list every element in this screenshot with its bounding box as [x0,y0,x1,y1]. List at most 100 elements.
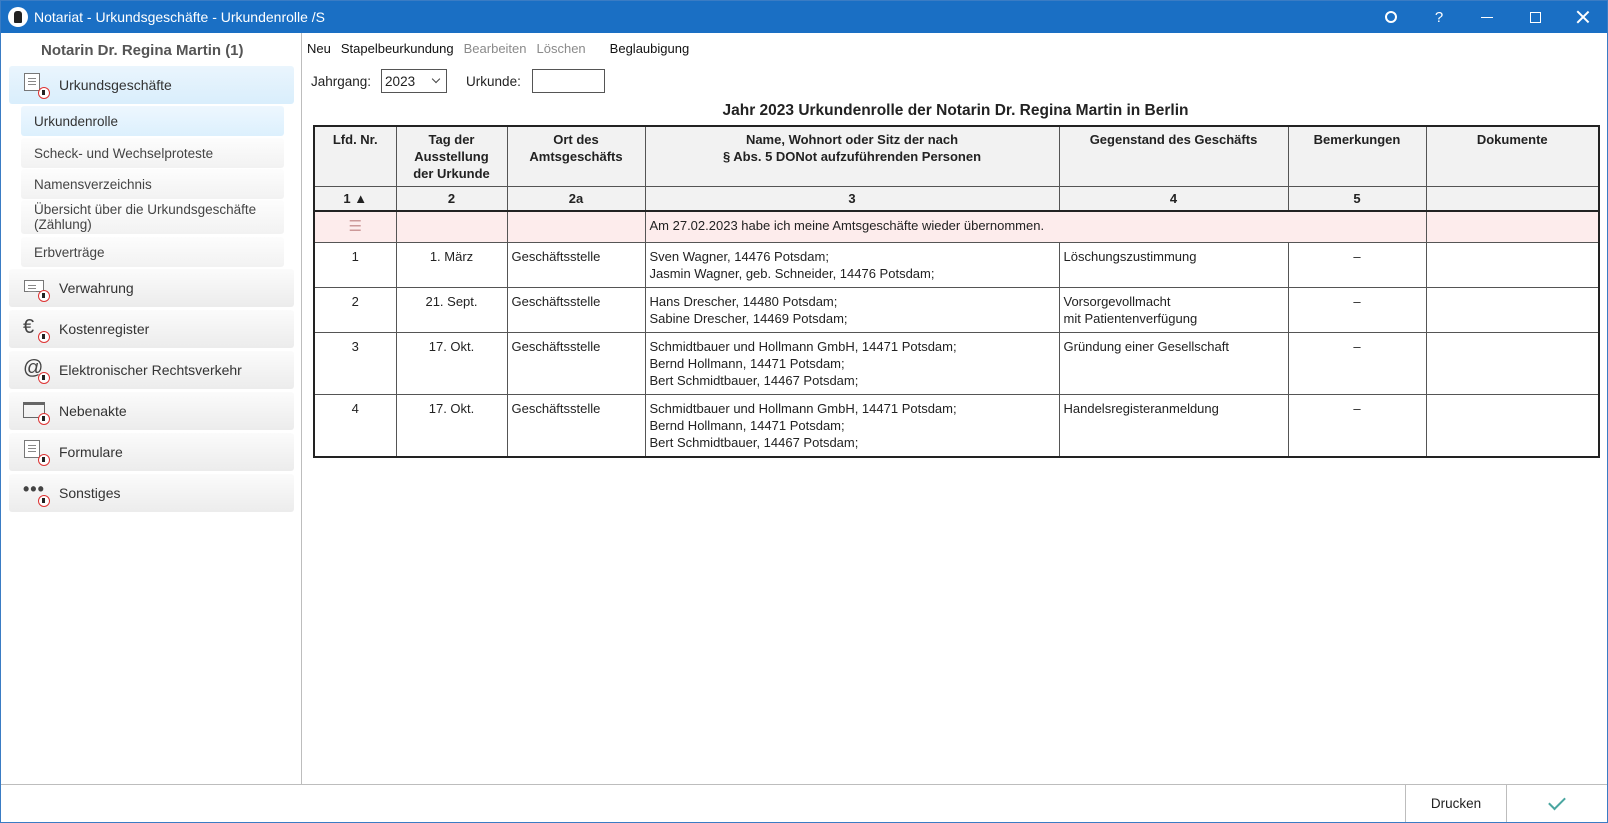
cash-register-icon [21,274,51,302]
person-line: Sabine Drescher, 14469 Potsdam; [649,310,848,326]
header-line: Amtsgeschäfts [529,149,623,164]
chevron-down-icon [431,74,441,84]
year-label: Jahrgang: [311,73,372,89]
col-number-sort[interactable]: 1 ▲ [313,186,397,212]
menu-edit[interactable]: Bearbeiten [464,41,527,56]
subject-line: mit Patientenverfügung [1063,310,1198,326]
minimize-button[interactable] [1463,1,1511,33]
maximize-icon [1529,11,1541,23]
subject-line: Vorsorgevollmacht [1063,293,1171,309]
cell-date: 1. März [395,241,508,288]
menu-certify[interactable]: Beglaubigung [610,41,690,56]
nav-formulare[interactable]: Formulare [9,433,294,471]
ok-button[interactable] [1506,785,1607,822]
sub-item-proteste[interactable]: Scheck- und Wechselproteste [21,138,284,168]
cell-subject: Gründung einer Gesellschaft [1058,331,1289,395]
cell-nr: 2 [313,286,397,333]
berlin-bear-icon [8,7,28,27]
at-icon: @ [21,356,51,384]
cell-remarks: – [1287,393,1427,457]
help-icon: ? [1434,8,1444,26]
col-number: 2a [506,186,646,212]
cell-date: 17. Okt. [395,331,508,395]
nav-label: Urkundsgeschäfte [59,77,172,93]
cell-documents [1425,286,1600,333]
nav-sonstiges[interactable]: ••• Sonstiges [9,474,294,512]
col-header-nr[interactable]: Lfd. Nr. [313,125,397,187]
col-number: 3 [644,186,1060,212]
table-row[interactable]: 1 1. März Geschäftsstelle Sven Wagner, 1… [313,241,1600,288]
cell-place: Geschäftsstelle [506,393,646,457]
cell-subject: Vorsorgevollmacht mit Patientenverfügung [1058,286,1289,333]
sub-item-label: Urkundenrolle [34,113,119,129]
cell-persons: Schmidtbauer und Hollmann GmbH, 14471 Po… [644,331,1060,395]
close-icon [1576,10,1590,24]
sub-item-urkundenrolle[interactable]: Urkundenrolle [21,106,284,136]
folder-icon [21,397,51,425]
col-number [1425,186,1600,212]
cell-nr: 3 [313,331,397,395]
nav-kostenregister[interactable]: € Kostenregister [9,310,294,348]
filter-row: Jahrgang: 2023 Urkunde: [311,69,605,93]
col-header-documents[interactable]: Dokumente [1425,125,1600,187]
cell-nr: 4 [313,393,397,457]
person-line: Bert Schmidtbauer, 14467 Potsdam; [649,372,859,388]
sub-item-uebersicht[interactable]: Übersicht über die Urkundsgeschäfte (Zäh… [21,200,284,234]
col-header-place[interactable]: Ort des Amtsgeschäfts [506,125,646,187]
window-title: Notariat - Urkundsgeschäfte - Urkundenro… [34,9,326,25]
col-number: 4 [1058,186,1289,212]
sub-item-label: Scheck- und Wechselproteste [34,145,214,161]
table-row[interactable]: 3 17. Okt. Geschäftsstelle Schmidtbauer … [313,331,1600,395]
maximize-button[interactable] [1511,1,1559,33]
sub-item-namensverzeichnis[interactable]: Namensverzeichnis [21,169,284,199]
menu-new[interactable]: Neu [307,41,331,56]
form-icon [21,438,51,466]
sidebar: Notarin Dr. Regina Martin (1) Urkundsges… [1,33,302,786]
nav-label: Kostenregister [59,321,150,337]
menu-batch[interactable]: Stapelbeurkundung [341,41,454,56]
close-button[interactable] [1559,1,1607,33]
person-line: Schmidtbauer und Hollmann GmbH, 14471 Po… [649,338,957,354]
nav-elektronischer-rechtsverkehr[interactable]: @ Elektronischer Rechtsverkehr [9,351,294,389]
bottom-bar: Drucken [1,784,1607,822]
col-header-date[interactable]: Tag der Ausstellung der Urkunde [395,125,508,187]
cell-place: Geschäftsstelle [506,331,646,395]
cell-place: Geschäftsstelle [506,241,646,288]
subject-line: Löschungszustimmung [1063,248,1197,264]
gear-icon [1385,11,1397,23]
header-row: Lfd. Nr. Tag der Ausstellung der Urkunde… [313,125,1600,187]
sub-item-label: Übersicht über die Urkundsgeschäfte (Zäh… [34,202,257,232]
cell-place: Geschäftsstelle [506,286,646,333]
col-header-persons[interactable]: Name, Wohnort oder Sitz der nach § Abs. … [644,125,1060,187]
cell-persons: Sven Wagner, 14476 Potsdam; Jasmin Wagne… [644,241,1060,288]
notary-name: Notarin Dr. Regina Martin (1) [41,42,244,59]
window-controls: ? [1367,1,1607,33]
note-row[interactable]: ☰ Am 27.02.2023 habe ich meine Amtsgesch… [313,210,1600,243]
drag-handle-icon[interactable]: ☰ [319,218,392,235]
sub-item-erbvertraege[interactable]: Erbverträge [21,237,284,267]
menu-delete[interactable]: Löschen [537,41,586,56]
deed-label: Urkunde: [466,73,521,89]
help-button[interactable]: ? [1415,1,1463,33]
header-line: Tag der [428,132,475,147]
table-row[interactable]: 2 21. Sept. Geschäftsstelle Hans Dresche… [313,286,1600,333]
col-number: 5 [1287,186,1427,212]
table-row[interactable]: 4 17. Okt. Geschäftsstelle Schmidtbauer … [313,393,1600,457]
nav-verwahrung[interactable]: Verwahrung [9,269,294,307]
nav-nebenakte[interactable]: Nebenakte [9,392,294,430]
cell-date: 17. Okt. [395,393,508,457]
app-window: Notariat - Urkundsgeschäfte - Urkundenro… [0,0,1608,823]
minimize-icon [1481,16,1493,18]
cell-documents [1425,331,1600,395]
print-button[interactable]: Drucken [1405,785,1506,822]
nav-urkundsgeschaefte[interactable]: Urkundsgeschäfte [9,66,294,104]
col-header-subject[interactable]: Gegenstand des Geschäfts [1058,125,1289,187]
cell-persons: Hans Drescher, 14480 Potsdam; Sabine Dre… [644,286,1060,333]
deed-input[interactable] [531,69,605,93]
sub-item-label: Namensverzeichnis [34,176,152,192]
person-line: Jasmin Wagner, geb. Schneider, 14476 Pot… [649,265,935,281]
col-header-remarks[interactable]: Bemerkungen [1287,125,1427,187]
settings-button[interactable] [1367,1,1415,33]
year-select[interactable]: 2023 [381,69,448,93]
person-line: Bernd Hollmann, 14471 Potsdam; [649,417,845,433]
